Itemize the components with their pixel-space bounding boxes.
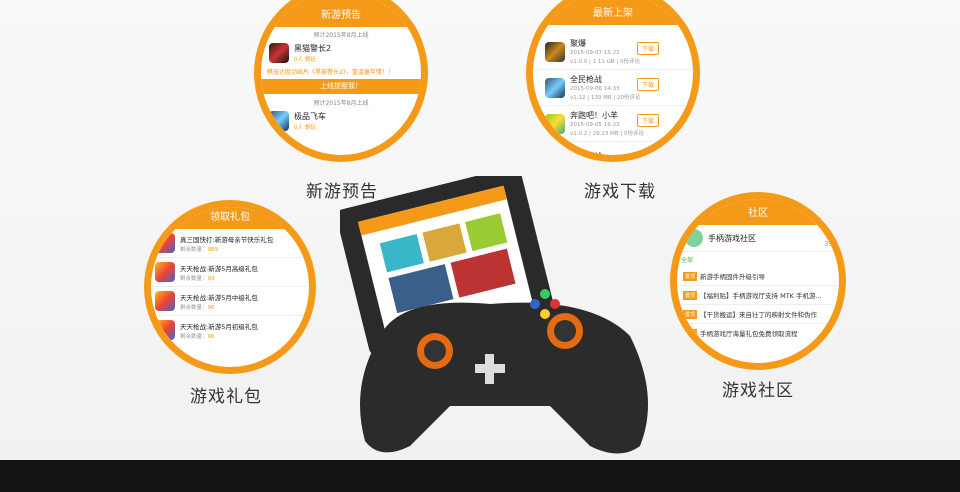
gifts-circle: 领取礼包 真三国快打:新游母亲节快乐礼包 剩余数量：989 天天枪战:新游5月高… <box>144 200 316 374</box>
gift-game-icon <box>155 320 175 340</box>
post-title[interactable]: 手柄游戏厅海量礼包免费领取流程 <box>700 328 798 338</box>
latest-item-meta: v1.0.2 | 29.23 MB | 0份评论 <box>570 131 644 137</box>
game-icon <box>545 146 565 155</box>
gift-title[interactable]: 天天枪战:新游5月高级礼包 <box>180 263 258 273</box>
gift-game-icon <box>155 233 175 253</box>
game-icon <box>545 41 565 62</box>
gift-remaining-label: 剩余数量： <box>180 304 208 311</box>
controller-illustration <box>336 166 670 460</box>
preview-game-2-name: 极品飞车 <box>294 112 326 121</box>
game-icon <box>545 113 565 134</box>
preview-circle: 新游预告 预计2015年8月上线 黑猫警长2 0人 想玩 瞧宠达胜动画片《黑猫警… <box>254 0 428 162</box>
remind-me-button[interactable]: 上线提醒我！ <box>261 79 421 94</box>
preview-game-2-people: 0人 想玩 <box>294 125 316 131</box>
latest-header: 最新上架 <box>533 0 693 25</box>
gift-remaining-label: 剩余数量： <box>180 246 208 253</box>
forum-name[interactable]: 手柄游戏社区 <box>708 233 756 244</box>
post-title[interactable]: 【干货搬运】来自壮丁的映射文件和伪作 <box>700 309 817 319</box>
gift-game-icon <box>155 291 175 311</box>
pinned-tag: 置顶 <box>683 271 698 281</box>
preview-date-2: 预计2015年8月上线 <box>313 100 369 107</box>
community-caption: 游戏社区 <box>722 381 794 401</box>
gift-game-icon <box>155 262 175 282</box>
preview-header: 新游预告 <box>261 0 421 27</box>
download-button[interactable]: 下载 <box>636 114 659 127</box>
gift-remaining-count: 989 <box>207 246 219 253</box>
gift-title[interactable]: 天天枪战:新游5月初级礼包 <box>180 321 258 331</box>
product-showcase: 新游预告 预计2015年8月上线 黑猫警长2 0人 想玩 瞧宠达胜动画片《黑猫警… <box>0 0 960 460</box>
preview-game-1-people: 0人 想玩 <box>294 57 316 63</box>
preview-game-1-name: 黑猫警长2 <box>294 44 332 53</box>
community-header: 社区 <box>677 199 839 225</box>
gift-title[interactable]: 天天枪战:新游5月中级礼包 <box>180 292 258 302</box>
forum-stat-value: 39 <box>824 240 833 248</box>
preview-notice: 瞧宠达胜动画片《黑猫警长2》，重温童年情！！ <box>267 69 394 76</box>
filter-all[interactable]: 全部 <box>677 252 839 267</box>
community-circle: 社区 手柄游戏社区 帖 39 全部 置顶 新游手柄固件升级引导 置顶 【福利贴】… <box>670 192 846 370</box>
latest-item-date: 2015-09-05 16:23 <box>570 122 620 128</box>
gifts-header: 领取礼包 <box>151 207 309 229</box>
racing-game-icon <box>269 111 289 131</box>
latest-item-date: 2015-09-06 14:33 <box>570 86 620 92</box>
latest-item-meta: v1.12 | 139 MB | 20份评论 <box>570 95 641 101</box>
post-title[interactable]: 【福利贴】手柄游戏厅支持 MTK 手机游... <box>700 290 822 300</box>
latest-item-meta: v1.0.0 | 1.11 GB | 0份评论 <box>570 59 640 65</box>
latest-circle: 最新上架 网 聚爆 2015-09-07 15:22 v1.0.0 | 1.11… <box>526 0 700 162</box>
pinned-tag: 置顶 <box>683 309 698 319</box>
latest-top-tab: 网 <box>537 27 544 34</box>
latest-item-date: 2015-09-07 15:22 <box>570 50 620 56</box>
gift-remaining-count: 93 <box>207 275 215 282</box>
post-title[interactable]: 新游手柄固件升级引导 <box>700 271 765 281</box>
cat-game-icon <box>269 43 289 63</box>
gift-title: 真三国快打:新游母亲节快乐礼包 <box>180 235 274 244</box>
download-button[interactable]: 下载 <box>636 78 659 91</box>
pinned-tag: 置顶 <box>683 328 698 338</box>
gifts-caption: 游戏礼包 <box>190 387 262 407</box>
gift-remaining-label: 剩余数量： <box>180 333 208 340</box>
game-icon <box>545 77 565 98</box>
latest-item-name: 天天枪战 <box>570 151 602 161</box>
gift-remaining-count: 96 <box>207 333 215 340</box>
forum-icon <box>685 229 703 247</box>
latest-item-name: 聚爆 <box>570 39 586 48</box>
gift-remaining-count: 96 <box>207 304 215 311</box>
latest-item-name: 奔跑吧！小羊 <box>570 111 618 120</box>
bottom-bar <box>0 460 960 492</box>
forum-stat-label: 帖 <box>825 230 833 239</box>
pinned-tag: 置顶 <box>683 290 698 300</box>
gamepad-icon <box>336 166 648 454</box>
latest-item-name: 全民枪战 <box>570 75 602 84</box>
preview-date-1: 预计2015年8月上线 <box>313 32 369 39</box>
download-button[interactable]: 下载 <box>636 42 659 55</box>
gift-remaining-label: 剩余数量： <box>180 275 208 282</box>
